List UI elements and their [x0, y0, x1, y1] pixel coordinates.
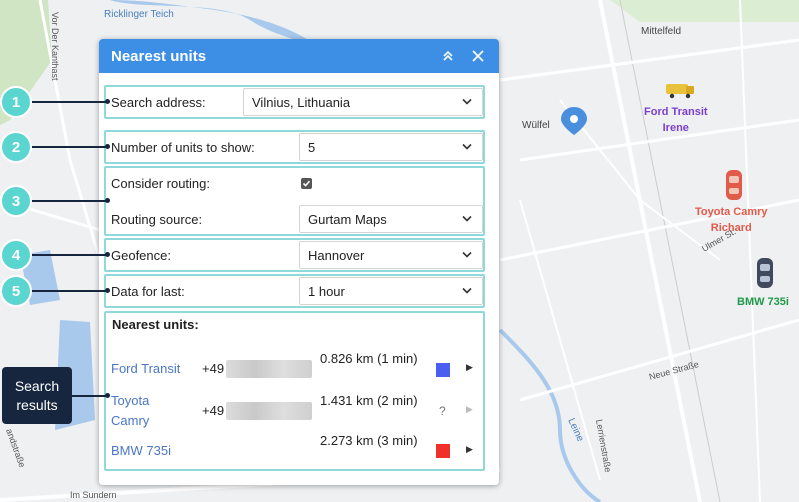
map-unit-name: Toyota Camry	[695, 206, 768, 218]
callout-leader	[30, 200, 108, 202]
callout-3: 3	[0, 185, 32, 217]
close-icon	[472, 50, 484, 62]
car-icon-dark[interactable]	[757, 258, 773, 288]
callout-5: 5	[0, 275, 32, 307]
units-count-value: 5	[308, 139, 316, 155]
map-label-ricklinger-teich: Ricklinger Teich	[104, 9, 174, 20]
double-chevron-up-icon	[443, 50, 453, 61]
search-results-tag-line1: Search	[14, 377, 60, 394]
chevron-down-icon	[462, 287, 472, 294]
result-distance: 0.826 km (1 min)	[320, 351, 418, 366]
close-button[interactable]	[463, 39, 493, 73]
units-count-box: Number of units to show: 5	[104, 130, 485, 164]
callout-leader	[72, 395, 108, 397]
callout-leader	[30, 290, 108, 292]
result-row[interactable]: BMW 735i 2.273 km (3 min) ▶	[106, 431, 487, 471]
callout-leader	[30, 254, 108, 256]
callout-dot	[105, 99, 110, 104]
callout-1: 1	[0, 86, 32, 118]
callout-dot	[105, 252, 110, 257]
status-swatch	[436, 363, 450, 377]
geofence-select[interactable]: Hannover	[299, 241, 483, 269]
callout-2: 2	[0, 131, 32, 163]
chevron-down-icon	[462, 251, 472, 258]
result-row[interactable]: Toyota Camry +49 1.431 km (2 min) ? ▶	[106, 391, 487, 431]
map-unit-name: Ford Transit	[644, 106, 708, 118]
chevron-down-icon	[462, 143, 472, 150]
units-count-select[interactable]: 5	[299, 133, 483, 161]
search-address-value: Vilnius, Lithuania	[252, 94, 351, 110]
consider-routing-checkbox[interactable]	[301, 178, 312, 189]
data-for-last-select[interactable]: 1 hour	[299, 277, 483, 305]
routing-box: Consider routing: Routing source: Gurtam…	[104, 166, 485, 236]
search-results-tag: Search results	[2, 367, 72, 424]
result-phone: +49	[202, 361, 225, 376]
map-unit-name: BMW 735i	[737, 296, 789, 308]
callout-leader	[30, 146, 108, 148]
callout-dot	[105, 144, 110, 149]
callout-dot	[105, 288, 110, 293]
geofence-box: Geofence: Hannover	[104, 238, 485, 272]
search-address-label: Search address:	[111, 94, 206, 110]
map-label-street: Vor Der Kanthast	[50, 12, 60, 81]
data-for-last-label: Data for last:	[111, 283, 185, 299]
result-distance: 2.273 km (3 min)	[320, 433, 418, 448]
search-address-select[interactable]: Vilnius, Lithuania	[243, 88, 483, 116]
map-label-mittelfeld: Mittelfeld	[641, 26, 681, 37]
result-phone: +49	[202, 403, 225, 418]
units-count-label: Number of units to show:	[111, 139, 255, 155]
callout-dot	[105, 198, 110, 203]
phone-blur	[226, 402, 312, 420]
routing-source-label: Routing source:	[111, 211, 203, 227]
data-for-last-box: Data for last: 1 hour	[104, 274, 485, 308]
map-unit-bmw[interactable]: BMW 735i	[737, 294, 789, 310]
map-label-im-sundern: Im Sundern	[70, 490, 117, 500]
result-unit-name[interactable]: Ford Transit	[111, 359, 191, 379]
results-title: Nearest units:	[112, 317, 199, 332]
data-for-last-value: 1 hour	[308, 283, 345, 299]
chevron-down-icon	[462, 98, 472, 105]
panel-header: Nearest units	[99, 39, 499, 73]
results-box: Nearest units: Ford Transit +49 0.826 km…	[104, 311, 485, 471]
phone-blur	[226, 360, 312, 378]
result-distance: 1.431 km (2 min)	[320, 393, 418, 408]
map-label-wulfel: Wülfel	[522, 120, 550, 131]
play-icon[interactable]: ▶	[466, 362, 473, 373]
play-icon[interactable]: ▶	[466, 444, 473, 455]
geofence-value: Hannover	[308, 247, 365, 263]
panel-title: Nearest units	[111, 47, 207, 65]
status-unknown-icon: ?	[439, 404, 446, 418]
result-row[interactable]: Ford Transit +49 0.826 km (1 min) ▶	[106, 349, 487, 389]
play-icon: ▶	[466, 404, 473, 414]
callout-dot	[105, 393, 110, 398]
nearest-units-panel: Nearest units Search address: Vilnius, L…	[99, 39, 499, 485]
car-icon-red[interactable]	[726, 170, 742, 200]
routing-source-value: Gurtam Maps	[308, 211, 387, 227]
callout-4: 4	[0, 239, 32, 271]
callout-leader	[30, 101, 108, 103]
status-swatch	[436, 444, 450, 458]
map-unit-driver: Irene	[662, 122, 689, 134]
search-results-tag-line2: results	[16, 396, 58, 413]
map-unit-driver: Richard	[710, 222, 752, 234]
map-unit-ford-transit[interactable]: Ford Transit Irene	[644, 104, 708, 136]
consider-routing-label: Consider routing:	[111, 175, 210, 191]
chevron-down-icon	[462, 215, 472, 222]
checkmark-icon	[302, 180, 311, 187]
result-unit-name[interactable]: BMW 735i	[111, 441, 191, 461]
result-unit-name[interactable]: Toyota Camry	[111, 391, 191, 431]
search-address-box: Search address: Vilnius, Lithuania	[104, 85, 485, 119]
collapse-button[interactable]	[433, 39, 463, 73]
routing-source-select[interactable]: Gurtam Maps	[299, 205, 483, 233]
map-unit-toyota-camry[interactable]: Toyota Camry Richard	[695, 204, 768, 236]
geofence-label: Geofence:	[111, 247, 171, 263]
